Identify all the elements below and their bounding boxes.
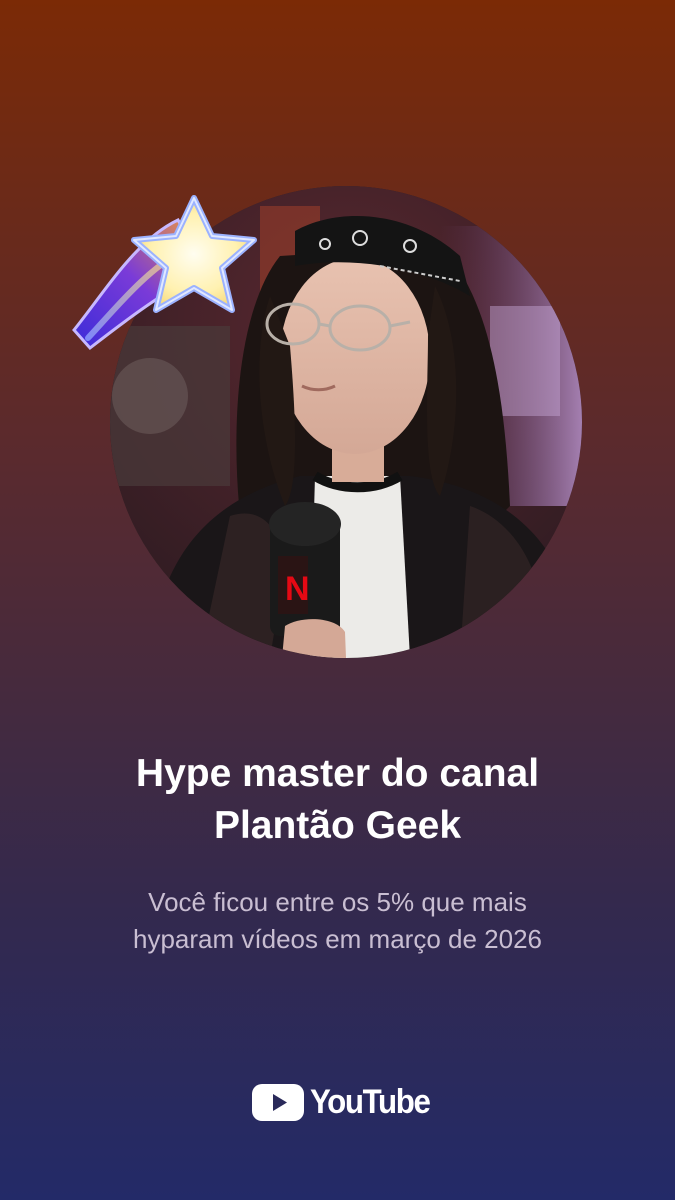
subtitle: Você ficou entre os 5% que mais hyparam … bbox=[60, 884, 615, 958]
title-line-2: Plantão Geek bbox=[213, 804, 462, 847]
youtube-wordmark: YouTube bbox=[310, 1083, 431, 1121]
title-line-1: Hype master do canal bbox=[135, 752, 540, 795]
subtitle-line-1: Você ficou entre os 5% que mais bbox=[148, 887, 527, 917]
page-title: Hype master do canal Plantão Geek bbox=[40, 748, 635, 852]
youtube-logo: YouTube bbox=[252, 1082, 440, 1122]
hype-master-card: N Hype master do canal Plantão Geek Você… bbox=[0, 0, 675, 1200]
youtube-play-icon bbox=[252, 1083, 304, 1121]
subtitle-line-2: hyparam vídeos em março de 2026 bbox=[133, 924, 542, 954]
shooting-star-icon bbox=[66, 180, 276, 370]
mic-flag-letter: N bbox=[285, 570, 310, 608]
